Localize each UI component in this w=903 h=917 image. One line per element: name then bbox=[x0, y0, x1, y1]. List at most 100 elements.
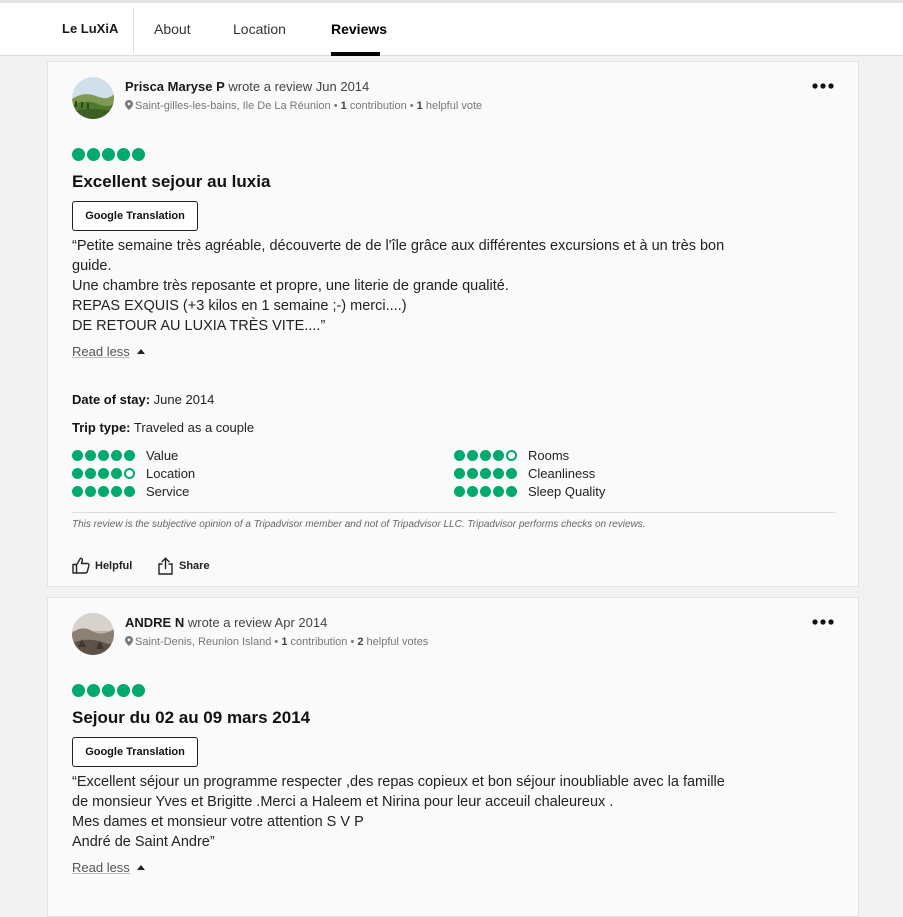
review-body-line: REPAS EXQUIS (+3 kilos en 1 semaine ;-) … bbox=[72, 298, 407, 314]
rating-bubble bbox=[98, 485, 109, 497]
rating-bubble bbox=[72, 148, 85, 161]
helpful-label: helpful votes bbox=[366, 636, 429, 648]
subrating-rooms: Rooms bbox=[454, 447, 570, 463]
more-options-icon[interactable] bbox=[812, 81, 834, 91]
caret-up-icon bbox=[136, 349, 145, 354]
rating-bubble bbox=[124, 485, 135, 497]
review-body: “Excellent séjour un programme respecter… bbox=[72, 772, 832, 852]
review-author-line: ANDRE N wrote a review Apr 2014 bbox=[125, 615, 327, 630]
review-body-line: guide. bbox=[72, 258, 112, 274]
share-label: Share bbox=[179, 560, 210, 572]
top-nav: Le LuXiA About Location Reviews bbox=[0, 0, 903, 56]
date-of-stay-value: June 2014 bbox=[153, 392, 215, 407]
avatar[interactable] bbox=[72, 613, 114, 655]
contributions-label: contribution bbox=[349, 100, 407, 112]
review-action: wrote a review Apr 2014 bbox=[187, 615, 328, 630]
contributions-label: contribution bbox=[290, 636, 348, 648]
read-less-link[interactable]: Read less bbox=[72, 860, 145, 875]
subrating-label: Value bbox=[146, 447, 179, 463]
helpful-label: helpful vote bbox=[425, 100, 483, 112]
author-location: Saint-Denis, Reunion Island bbox=[135, 636, 272, 648]
trip-type-value: Traveled as a couple bbox=[133, 420, 255, 435]
google-translation-button[interactable]: Google Translation bbox=[72, 737, 198, 767]
rating-bubble bbox=[72, 485, 83, 497]
tab-about[interactable]: About bbox=[154, 21, 191, 37]
read-less-link[interactable]: Read less bbox=[72, 344, 145, 359]
helpful-label: Helpful bbox=[95, 559, 133, 572]
rating-bubble bbox=[111, 449, 122, 461]
more-options-icon[interactable] bbox=[812, 617, 834, 627]
rating-bubble bbox=[480, 449, 491, 461]
review-body-line: “Excellent séjour un programme respecter… bbox=[72, 774, 725, 790]
review-title[interactable]: Excellent sejour au luxia bbox=[72, 172, 270, 192]
review-body-line: Mes dames et monsieur votre attention S … bbox=[72, 814, 364, 830]
rating-bubble bbox=[85, 449, 96, 461]
review-card: Prisca Maryse P wrote a review Jun 2014 … bbox=[47, 61, 859, 587]
helpful-button[interactable]: Helpful bbox=[72, 557, 132, 574]
author-meta: Saint-Denis, Reunion Island • 1 contribu… bbox=[125, 636, 428, 648]
rating-bubble bbox=[506, 467, 517, 479]
review-body-line: DE RETOUR AU LUXIA TRÈS VITE....” bbox=[72, 318, 326, 334]
rating-bubble bbox=[85, 467, 96, 479]
read-less-label: Read less bbox=[72, 344, 130, 359]
author-name[interactable]: ANDRE N bbox=[125, 615, 184, 630]
nav-divider bbox=[133, 9, 134, 53]
rating-bubble bbox=[87, 148, 100, 161]
rating-bubble bbox=[98, 467, 109, 479]
rating-bubble bbox=[72, 467, 83, 479]
rating-bubble bbox=[117, 684, 130, 697]
rating-bubble bbox=[467, 467, 478, 479]
review-body-line: “Petite semaine très agréable, découvert… bbox=[72, 238, 725, 254]
share-icon bbox=[158, 557, 173, 575]
rating-bubble bbox=[102, 148, 115, 161]
subrating-label: Cleanliness bbox=[528, 465, 596, 481]
contributions-count: 1 bbox=[281, 636, 288, 648]
rating-bubble bbox=[480, 485, 491, 497]
rating-bubble bbox=[493, 467, 504, 479]
rating-bubble bbox=[493, 485, 504, 497]
google-translation-button[interactable]: Google Translation bbox=[72, 201, 198, 231]
avatar[interactable] bbox=[72, 77, 114, 119]
tab-location[interactable]: Location bbox=[233, 21, 286, 37]
author-name[interactable]: Prisca Maryse P bbox=[125, 79, 225, 94]
author-meta: Saint-gilles-les-bains, Ile De La Réunio… bbox=[125, 100, 482, 112]
rating-bubble bbox=[506, 485, 517, 497]
subrating-label: Rooms bbox=[528, 447, 570, 463]
author-location: Saint-gilles-les-bains, Ile De La Réunio… bbox=[135, 100, 331, 112]
rating-bubble bbox=[454, 467, 465, 479]
date-of-stay-label: Date of stay: bbox=[72, 392, 151, 407]
review-card: ANDRE N wrote a review Apr 2014 Saint-De… bbox=[47, 597, 859, 917]
rating-bubble bbox=[111, 485, 122, 497]
subrating-cleanliness: Cleanliness bbox=[454, 465, 596, 481]
bubble-rating bbox=[72, 148, 147, 162]
divider bbox=[72, 512, 836, 513]
location-pin-icon bbox=[125, 100, 133, 110]
rating-bubble bbox=[454, 449, 465, 461]
rating-bubble bbox=[72, 684, 85, 697]
review-title[interactable]: Sejour du 02 au 09 mars 2014 bbox=[72, 708, 310, 728]
rating-bubble-empty bbox=[506, 449, 517, 461]
bubble-rating bbox=[72, 684, 147, 698]
rating-bubble bbox=[72, 449, 83, 461]
read-less-label: Read less bbox=[72, 860, 130, 875]
tab-reviews[interactable]: Reviews bbox=[331, 21, 387, 37]
helpful-count: 1 bbox=[416, 100, 423, 112]
trip-type: Trip type: Traveled as a couple bbox=[72, 420, 254, 435]
subrating-value: Value bbox=[72, 447, 179, 463]
rating-bubble bbox=[480, 467, 491, 479]
brand-name[interactable]: Le LuXiA bbox=[62, 21, 118, 36]
review-body-line: de monsieur Yves et Brigitte .Merci a Ha… bbox=[72, 794, 614, 810]
rating-bubble bbox=[132, 684, 145, 697]
thumbs-up-icon bbox=[72, 557, 90, 574]
rating-bubble-empty bbox=[124, 467, 135, 479]
rating-bubble bbox=[467, 449, 478, 461]
rating-bubble bbox=[85, 485, 96, 497]
rating-bubble bbox=[132, 148, 145, 161]
share-button[interactable]: Share bbox=[157, 557, 210, 575]
active-tab-indicator bbox=[331, 52, 380, 56]
rating-bubble bbox=[111, 467, 122, 479]
review-disclaimer: This review is the subjective opinion of… bbox=[72, 519, 646, 530]
review-author-line: Prisca Maryse P wrote a review Jun 2014 bbox=[125, 79, 369, 94]
trip-type-label: Trip type: bbox=[72, 420, 131, 435]
rating-bubble bbox=[98, 449, 109, 461]
